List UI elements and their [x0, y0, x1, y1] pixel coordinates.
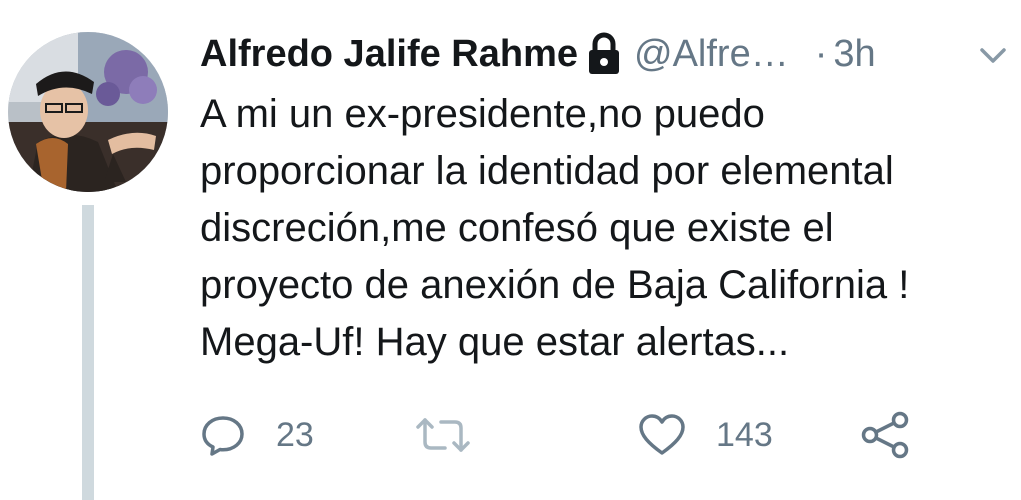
reply-button[interactable]: 23: [200, 405, 314, 465]
tweet-text-line: Mega-Uf! Hay que estar alertas...: [200, 320, 790, 364]
retweet-button[interactable]: [415, 405, 501, 465]
author-handle[interactable]: @Alfre…: [634, 33, 789, 76]
like-button[interactable]: 143: [638, 405, 773, 465]
share-button[interactable]: [860, 405, 912, 465]
separator-dot: ·: [814, 32, 828, 75]
share-icon: [861, 411, 909, 459]
reply-icon: [202, 416, 244, 456]
tweet-text-line: proporcionar la identidad por elemental: [200, 149, 894, 193]
thread-line: [82, 205, 94, 500]
tweet-text-line: A mi un ex-presidente,no puedo: [200, 92, 765, 136]
avatar-photo: [8, 32, 168, 192]
lock-icon: [586, 32, 622, 76]
heart-icon: [639, 414, 685, 455]
tweet-text-line: discreción,me confesó que existe el: [200, 206, 834, 250]
reply-count: 23: [276, 415, 314, 454]
tweet[interactable]: Alfredo Jalife Rahme @Alfre… · 3h A mi u…: [0, 0, 1021, 500]
author-display-name[interactable]: Alfredo Jalife Rahme: [200, 33, 578, 76]
like-count: 143: [716, 415, 773, 454]
action-bar: 23 143: [200, 405, 920, 465]
retweet-icon: [416, 418, 470, 452]
tweet-text: A mi un ex-presidente,no puedo proporcio…: [200, 86, 1000, 371]
tweet-header: Alfredo Jalife Rahme @Alfre… · 3h: [200, 28, 1010, 80]
tweet-timestamp[interactable]: 3h: [833, 33, 875, 76]
chevron-down-icon[interactable]: [976, 38, 1010, 72]
avatar[interactable]: [8, 32, 168, 192]
tweet-text-line: proyecto de anexión de Baja California !: [200, 263, 910, 307]
